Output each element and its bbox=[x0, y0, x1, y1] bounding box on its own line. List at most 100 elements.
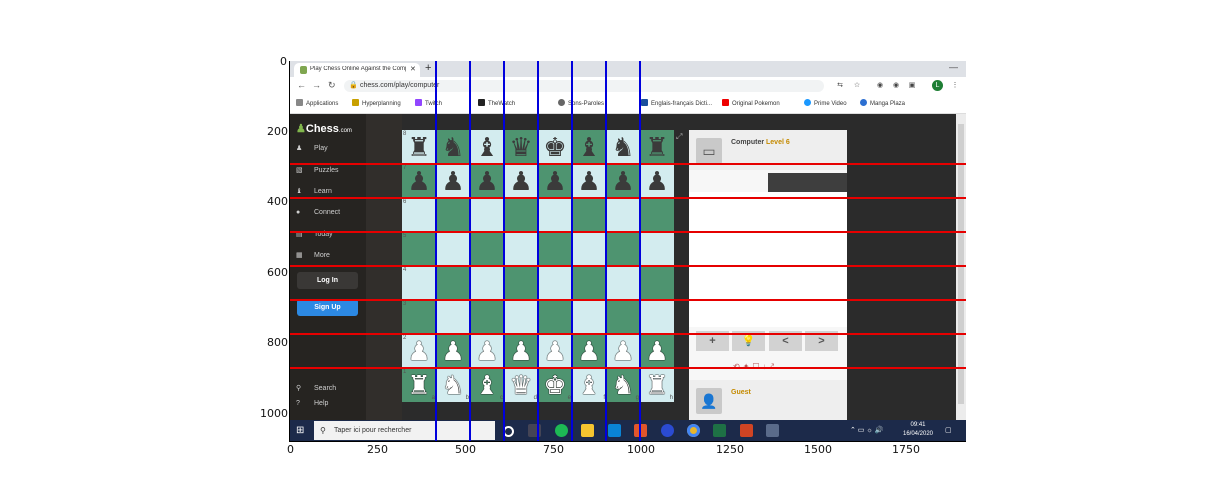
board-square[interactable] bbox=[504, 300, 538, 334]
white-piece-icon[interactable]: ♜ bbox=[645, 370, 668, 400]
sidebar-item-more[interactable]: ▦ More bbox=[296, 251, 330, 259]
task-view-icon[interactable] bbox=[528, 424, 541, 437]
board-square[interactable] bbox=[436, 266, 470, 300]
spotify-icon[interactable] bbox=[555, 424, 568, 437]
board-square[interactable]: ♟ bbox=[504, 334, 538, 368]
board-square[interactable] bbox=[572, 300, 606, 334]
board-square[interactable]: 6 bbox=[402, 198, 436, 232]
board-square[interactable]: 3 bbox=[402, 300, 436, 334]
board-square[interactable] bbox=[538, 300, 572, 334]
board-square[interactable]: 1 a ♜ bbox=[402, 368, 436, 402]
url-field[interactable]: 🔒 chess.com/play/computer bbox=[344, 80, 824, 92]
board-square[interactable]: 2 ♟ bbox=[402, 334, 436, 368]
board-square[interactable]: c ♝ bbox=[470, 368, 504, 402]
store-icon[interactable] bbox=[608, 424, 621, 437]
board-square[interactable]: ♞ bbox=[436, 130, 470, 164]
black-piece-icon[interactable]: ♞ bbox=[611, 132, 634, 162]
white-piece-icon[interactable]: ♟ bbox=[475, 336, 498, 366]
board-square[interactable]: 5 bbox=[402, 232, 436, 266]
board-square[interactable]: ♟ bbox=[436, 334, 470, 368]
board-square[interactable]: 4 bbox=[402, 266, 436, 300]
white-piece-icon[interactable]: ♞ bbox=[611, 370, 634, 400]
white-piece-icon[interactable]: ♟ bbox=[611, 336, 634, 366]
bookmark[interactable]: Hyperplanning bbox=[352, 99, 401, 107]
login-button[interactable]: Log In bbox=[297, 272, 358, 289]
profile-avatar[interactable]: L bbox=[932, 80, 943, 91]
board-square[interactable]: 7 ♟ bbox=[402, 164, 436, 198]
system-tray-icons[interactable]: ⌃ ▭ ☼ 🔊 bbox=[850, 426, 883, 434]
board-square[interactable] bbox=[640, 300, 674, 334]
board-square[interactable]: ♟ bbox=[470, 164, 504, 198]
board-square[interactable]: h ♜ bbox=[640, 368, 674, 402]
file-explorer-icon[interactable] bbox=[581, 424, 594, 437]
excel-icon[interactable] bbox=[713, 424, 726, 437]
extension-icon[interactable]: ◉ bbox=[891, 81, 901, 91]
bookmark[interactable]: Applications bbox=[296, 99, 338, 107]
board-square[interactable]: d ♛ bbox=[504, 368, 538, 402]
board-square[interactable]: ♟ bbox=[504, 164, 538, 198]
menu-dots-icon[interactable]: ⋮ bbox=[950, 81, 960, 91]
black-piece-icon[interactable]: ♟ bbox=[577, 166, 600, 196]
board-square[interactable] bbox=[606, 266, 640, 300]
bookmark[interactable]: Manga Plaza bbox=[860, 99, 905, 107]
board-square[interactable] bbox=[572, 266, 606, 300]
sidebar-item-connect[interactable]: ● Connect bbox=[296, 209, 340, 216]
bookmark[interactable]: TheWatch bbox=[478, 99, 515, 107]
new-tab-button[interactable]: + bbox=[425, 62, 431, 74]
bookmark[interactable]: Twitch bbox=[415, 99, 442, 107]
sidebar-item-play[interactable]: ♟ Play bbox=[296, 144, 328, 152]
white-piece-icon[interactable]: ♟ bbox=[577, 336, 600, 366]
board-square[interactable] bbox=[504, 198, 538, 232]
board-square[interactable] bbox=[640, 198, 674, 232]
black-piece-icon[interactable]: ♟ bbox=[407, 166, 430, 196]
black-piece-icon[interactable]: ♟ bbox=[509, 166, 532, 196]
board-square[interactable] bbox=[470, 198, 504, 232]
black-piece-icon[interactable]: ♝ bbox=[577, 132, 600, 162]
chrome-icon[interactable] bbox=[687, 424, 700, 437]
board-square[interactable] bbox=[504, 266, 538, 300]
page-scrollbar[interactable] bbox=[956, 114, 966, 420]
board-square[interactable]: ♛ bbox=[504, 130, 538, 164]
board-square[interactable] bbox=[640, 266, 674, 300]
app-icon[interactable] bbox=[661, 424, 674, 437]
board-square[interactable]: ♟ bbox=[470, 334, 504, 368]
board-square[interactable]: ♟ bbox=[538, 164, 572, 198]
windows-start-icon[interactable]: ⊞ bbox=[296, 425, 304, 436]
board-square[interactable]: ♟ bbox=[436, 164, 470, 198]
sidebar-search[interactable]: ⚲ Search bbox=[296, 384, 336, 392]
board-square[interactable] bbox=[538, 232, 572, 266]
extension-icon[interactable]: ◉ bbox=[875, 81, 885, 91]
board-square[interactable] bbox=[504, 232, 538, 266]
board-square[interactable]: 8 ♜ bbox=[402, 130, 436, 164]
black-piece-icon[interactable]: ♜ bbox=[407, 132, 430, 162]
window-minimize-icon[interactable]: — bbox=[949, 62, 958, 72]
board-square[interactable] bbox=[606, 232, 640, 266]
board-square[interactable] bbox=[572, 232, 606, 266]
black-piece-icon[interactable]: ♟ bbox=[475, 166, 498, 196]
board-square[interactable]: g ♞ bbox=[606, 368, 640, 402]
white-piece-icon[interactable]: ♝ bbox=[577, 370, 600, 400]
board-square[interactable]: e ♚ bbox=[538, 368, 572, 402]
black-piece-icon[interactable]: ♟ bbox=[441, 166, 464, 196]
board-square[interactable] bbox=[538, 198, 572, 232]
black-piece-icon[interactable]: ♝ bbox=[475, 132, 498, 162]
browser-tab[interactable]: Play Chess Online Against the Computer ✕ bbox=[294, 63, 420, 77]
board-square[interactable]: ♟ bbox=[572, 334, 606, 368]
board-square[interactable] bbox=[470, 266, 504, 300]
board-square[interactable] bbox=[470, 300, 504, 334]
taskbar-clock[interactable]: 09:41 16/04/2020 bbox=[898, 421, 938, 439]
translate-icon[interactable]: ⇆ bbox=[835, 81, 845, 91]
board-square[interactable] bbox=[470, 232, 504, 266]
back-button[interactable]: ← bbox=[297, 80, 306, 90]
app-icon[interactable] bbox=[766, 424, 779, 437]
expand-icon[interactable]: ⤢ bbox=[676, 132, 682, 142]
extension-icon[interactable]: ▣ bbox=[907, 81, 917, 91]
white-piece-icon[interactable]: ♟ bbox=[509, 336, 532, 366]
black-piece-icon[interactable]: ♟ bbox=[645, 166, 668, 196]
taskbar-search[interactable]: ⚲ Taper ici pour rechercher bbox=[314, 421, 495, 440]
board-square[interactable] bbox=[572, 198, 606, 232]
close-tab-icon[interactable]: ✕ bbox=[410, 65, 416, 73]
white-piece-icon[interactable]: ♝ bbox=[475, 370, 498, 400]
bookmark[interactable]: Original Pokemon bbox=[722, 99, 780, 107]
black-piece-icon[interactable]: ♚ bbox=[543, 132, 566, 162]
